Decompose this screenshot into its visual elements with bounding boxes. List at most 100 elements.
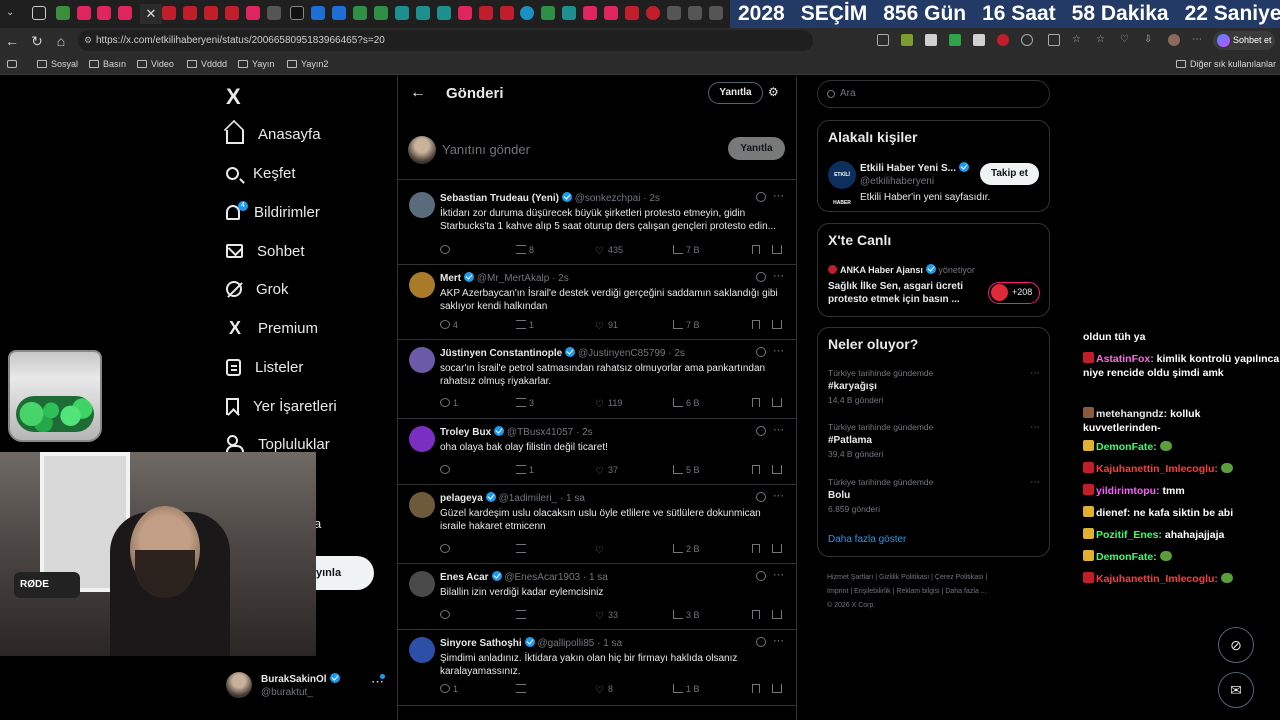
tab-favicon[interactable] xyxy=(97,6,111,20)
more-options-icon[interactable]: ⋯ xyxy=(773,489,784,502)
tab-favicon[interactable] xyxy=(625,6,639,20)
footer-link[interactable]: Çerez Politikası xyxy=(935,574,984,581)
back-arrow-icon[interactable]: ← xyxy=(2,31,22,51)
tab-favicon[interactable] xyxy=(183,6,197,20)
tab-favicon[interactable] xyxy=(709,6,723,20)
share-action[interactable] xyxy=(772,244,785,256)
extension-icon[interactable] xyxy=(949,34,961,46)
more-options-icon[interactable]: ⋯ xyxy=(773,269,784,282)
profile-avatar[interactable] xyxy=(1168,34,1180,46)
tab-favicon[interactable] xyxy=(541,6,555,20)
bookmark-folder[interactable]: Basın xyxy=(89,56,126,72)
reply-action[interactable]: 1 xyxy=(440,397,458,409)
tab-favicon[interactable] xyxy=(374,6,388,20)
footer-link[interactable]: Gizlilik Politikası xyxy=(879,574,929,581)
repost-action[interactable] xyxy=(516,683,529,695)
back-arrow-icon[interactable]: ← xyxy=(410,84,426,102)
author-name[interactable]: Jüstinyen Constantinople xyxy=(440,348,562,359)
bookmark-folder[interactable]: Vdddd xyxy=(187,56,227,72)
extension-icon[interactable] xyxy=(925,34,937,46)
bookmark-action[interactable] xyxy=(752,609,763,621)
grok-explain-icon[interactable] xyxy=(756,637,766,647)
like-action[interactable]: ♡ 33 xyxy=(595,609,618,622)
repost-action[interactable]: 3 xyxy=(516,397,534,409)
author-name[interactable]: Sebastian Trudeau (Yeni) xyxy=(440,193,559,204)
tab-favicon[interactable] xyxy=(667,6,681,20)
messages-floating-button[interactable]: ✉ xyxy=(1218,672,1254,708)
tab-favicon[interactable] xyxy=(162,6,176,20)
avatar[interactable] xyxy=(409,571,435,597)
repost-action[interactable]: 1 xyxy=(516,464,534,476)
home-icon[interactable]: ⌂ xyxy=(51,31,71,51)
bookmark-folder[interactable]: Video xyxy=(137,56,174,72)
sidebar-item-premium[interactable]: X Premium xyxy=(226,313,318,343)
like-action[interactable]: ♡ 435 xyxy=(595,244,623,257)
trend-item[interactable]: Türkiye tarihinde gündemde #Patlama 39,4… xyxy=(828,422,1040,459)
reply-action[interactable] xyxy=(440,244,453,256)
tab-favicon[interactable] xyxy=(479,6,493,20)
sidebar-item-explore[interactable]: Keşfet xyxy=(226,158,296,188)
author-name[interactable]: pelageya xyxy=(440,493,483,504)
reply-submit-button[interactable]: Yanıtla xyxy=(728,137,785,160)
views-action[interactable]: 1 B xyxy=(673,683,700,695)
live-on-x-card[interactable]: X'te Canlı ANKA Haber Ajansı yönetiyor S… xyxy=(817,223,1050,317)
tab-favicon[interactable] xyxy=(458,6,472,20)
footer-link[interactable]: Hizmet Şartları xyxy=(827,574,873,581)
tab-favicon[interactable] xyxy=(437,6,451,20)
avatar[interactable] xyxy=(409,272,435,298)
bookmark-action[interactable] xyxy=(752,543,763,555)
tab-favicon[interactable] xyxy=(583,6,597,20)
bookmark-action[interactable] xyxy=(752,464,763,476)
active-tab-close-icon[interactable]: ✕ xyxy=(140,4,162,24)
more-options-icon[interactable]: ⋯ xyxy=(773,423,784,436)
tab-favicon[interactable] xyxy=(332,6,346,20)
footer-link[interactable]: Erişilebilirlik xyxy=(854,588,891,595)
tab-favicon[interactable] xyxy=(520,6,534,20)
sidebar-item-chat[interactable]: Sohbet xyxy=(226,236,305,266)
search-input[interactable]: Ara xyxy=(817,80,1050,108)
reply-input[interactable]: Yanıtını gönder xyxy=(442,142,530,157)
like-action[interactable]: ♡ xyxy=(595,543,608,556)
views-action[interactable]: 7 B xyxy=(673,319,700,331)
footer-link[interactable]: Daha fazla ... xyxy=(945,588,986,595)
like-action[interactable]: ♡ 37 xyxy=(595,464,618,477)
reply-action[interactable] xyxy=(440,543,453,555)
trend-item[interactable]: Türkiye tarihinde gündemde Bolu 6.859 gö… xyxy=(828,477,1040,514)
avatar[interactable] xyxy=(409,637,435,663)
repost-action[interactable] xyxy=(516,543,529,555)
account-name[interactable]: Etkili Haber Yeni S... xyxy=(860,162,969,174)
more-options-icon[interactable]: ⋯ xyxy=(773,189,784,202)
author-name[interactable]: Mert xyxy=(440,273,461,284)
site-info-icon[interactable]: ⚙ xyxy=(84,30,92,51)
trend-more-icon[interactable]: ⋯ xyxy=(1030,477,1040,488)
favorites-icon[interactable]: ☆ xyxy=(1072,34,1084,46)
share-action[interactable] xyxy=(772,397,785,409)
tab-favicon[interactable] xyxy=(353,6,367,20)
bookmark-action[interactable] xyxy=(752,683,763,695)
reply-tweet[interactable]: Mert @Mr_MertAkalp · 2s ⋯ AKP Azerbaycan'ı… xyxy=(398,266,796,340)
share-action[interactable] xyxy=(772,609,785,621)
reply-tweet[interactable]: Enes Acar @EnesAcar1903 · 1 sa ⋯ Bilallin … xyxy=(398,565,796,630)
tab-favicon[interactable] xyxy=(56,6,70,20)
bookmark-action[interactable] xyxy=(752,397,763,409)
trend-more-icon[interactable]: ⋯ xyxy=(1030,368,1040,379)
avatar[interactable]: ETKİLİ HABER xyxy=(828,161,856,206)
sidebar-item-home[interactable]: Anasayfa xyxy=(226,119,321,149)
share-action[interactable] xyxy=(772,543,785,555)
grok-explain-icon[interactable] xyxy=(756,347,766,357)
extension-icon[interactable] xyxy=(1021,34,1033,46)
share-action[interactable] xyxy=(772,319,785,331)
reload-icon[interactable]: ↻ xyxy=(27,31,47,51)
bookmark-action[interactable] xyxy=(752,244,763,256)
more-options-icon[interactable]: ⋯ xyxy=(773,568,784,581)
author-name[interactable]: Troley Bux xyxy=(440,427,491,438)
extension-icon[interactable] xyxy=(901,34,913,46)
footer-link[interactable]: Reklam bilgisi xyxy=(896,588,939,595)
show-more-link[interactable]: Daha fazla göster xyxy=(828,534,906,545)
reply-tweet[interactable]: pelageya @1adimileri_ · 1 sa ⋯ Güzel karde… xyxy=(398,486,796,564)
tab-favicon[interactable] xyxy=(290,6,304,20)
reply-action[interactable]: 1 xyxy=(440,683,458,695)
views-action[interactable]: 7 B xyxy=(673,244,700,256)
reply-tweet[interactable]: Jüstinyen Constantinople @JustinyenC8579… xyxy=(398,341,796,419)
footer-link[interactable]: Imprint xyxy=(827,588,848,595)
